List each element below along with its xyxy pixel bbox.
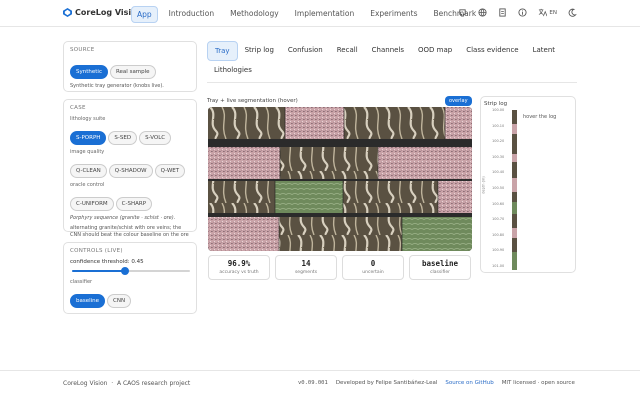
quality-q-clean[interactable]: Q-CLEAN: [70, 164, 107, 178]
slider-fill: [72, 270, 126, 272]
classifier-cnn[interactable]: CNN: [107, 294, 132, 308]
slider-thumb[interactable]: [121, 267, 130, 275]
stat-segments-value: 14: [301, 259, 311, 268]
tab-ood-map[interactable]: OOD map: [411, 41, 459, 61]
nav-implementation[interactable]: Implementation: [290, 6, 360, 23]
tab-lithologies[interactable]: Lithologies: [207, 61, 259, 79]
footer-developer: Developed by Felipe Santibáñez-Leal: [335, 380, 438, 386]
lithology-s-volc[interactable]: S-VOLC: [139, 131, 172, 145]
quality-q-shadow[interactable]: Q-SHADOW: [108, 164, 153, 178]
document-icon[interactable]: [498, 8, 507, 17]
controls-title: CONTROLS (LIVE): [70, 248, 123, 254]
strip-log-tick: 100.60: [492, 201, 505, 206]
stat-accuracy-label: accuracy vs truth: [219, 270, 259, 275]
nav-app[interactable]: App: [131, 6, 158, 23]
footer-version: v0.09.001: [298, 380, 328, 386]
tab-confusion[interactable]: Confusion: [281, 41, 330, 61]
case-panel: CASE lithology suite S-PORPH S-SED S-VOLC …: [63, 99, 197, 238]
footer-github-link[interactable]: Source on GitHub: [445, 380, 493, 386]
tab-tray[interactable]: Tray: [207, 41, 238, 61]
strip-log-tick: 100.90: [492, 248, 505, 253]
strip-log-title: Strip log: [484, 101, 508, 107]
nav-introduction[interactable]: Introduction: [164, 6, 219, 23]
language-switch[interactable]: EN: [538, 8, 557, 17]
footer-license: MIT licensed · open source: [501, 380, 575, 386]
stat-segments-label: segments: [294, 270, 318, 275]
language-label: EN: [549, 9, 557, 16]
tab-recall[interactable]: Recall: [330, 41, 365, 61]
confidence-slider[interactable]: [72, 267, 190, 275]
stat-classifier-label: classifier: [430, 270, 450, 275]
confidence-label: confidence threshold: 0.45: [70, 259, 144, 265]
translate-icon: [539, 8, 548, 17]
classifier-label: classifier: [70, 279, 93, 285]
stat-accuracy: 96.9% accuracy vs truth: [208, 255, 270, 280]
stat-uncertain: 0 uncertain: [342, 255, 404, 280]
stat-segments: 14 segments: [275, 255, 337, 280]
strip-log-tick: 100.00: [492, 108, 505, 112]
controls-panel: CONTROLS (LIVE) confidence threshold: 0.…: [63, 242, 197, 314]
github-icon[interactable]: [458, 8, 467, 17]
case-title: CASE: [70, 105, 86, 111]
lithology-label: lithology suite: [70, 116, 106, 122]
footer-left: CoreLog Vision · A CAOS research project: [63, 380, 191, 387]
oracle-label: oracle control: [70, 182, 105, 188]
source-synthetic-button[interactable]: Synthetic: [70, 65, 108, 79]
strip-log-tick: 100.30: [492, 154, 505, 159]
source-real-sample-button[interactable]: Real sample: [109, 65, 156, 79]
source-note: Synthetic tray generator (knobs live).: [70, 83, 164, 89]
source-title: SOURCE: [70, 47, 95, 53]
stat-uncertain-value: 0: [370, 259, 376, 268]
tray-caption: Tray + live segmentation (hover): [207, 98, 298, 104]
strip-log-axis-label: depth (m): [481, 176, 486, 194]
tab-strip-log[interactable]: Strip log: [238, 41, 281, 61]
view-tabs: Tray Strip log Confusion Recall Channels…: [207, 41, 577, 79]
tab-class-evidence[interactable]: Class evidence: [459, 41, 525, 61]
strip-log-hint: hover the log: [523, 114, 557, 120]
stat-classifier: baseline classifier: [409, 255, 471, 280]
tab-latent[interactable]: Latent: [526, 41, 562, 61]
quality-label: image quality: [70, 149, 105, 155]
strip-log-tick: 101.00: [492, 264, 505, 268]
strip-log-column: [512, 110, 517, 270]
top-nav: CoreLog Vision App Introduction Methodol…: [0, 0, 640, 27]
strip-log-panel[interactable]: Strip log hover the log depth (m) 100.00…: [480, 96, 576, 273]
oracle-c-uniform[interactable]: C-UNIFORM: [70, 197, 114, 211]
footer-right: v0.09.001 Developed by Felipe Santibáñez…: [298, 380, 575, 386]
tab-channels[interactable]: Channels: [365, 41, 411, 61]
core-tray-image[interactable]: [208, 107, 472, 251]
lithology-s-porph[interactable]: S-PORPH: [70, 131, 107, 145]
strip-log-tick: 100.20: [492, 139, 505, 144]
source-panel: SOURCE Synthetic Real sample Synthetic tr…: [63, 41, 197, 92]
case-detail: alternating granite/schist with ore vein…: [70, 224, 189, 239]
nav-experiments[interactable]: Experiments: [365, 6, 422, 23]
moon-icon[interactable]: [568, 8, 577, 17]
info-icon[interactable]: [518, 8, 527, 17]
strip-log-tick: 100.50: [492, 186, 505, 190]
stat-uncertain-label: uncertain: [362, 270, 384, 275]
strip-log-tick: 100.10: [492, 123, 505, 128]
globe-icon[interactable]: [478, 8, 487, 17]
oracle-c-sharp[interactable]: C-SHARP: [115, 197, 153, 211]
strip-log-tick: 100.70: [492, 217, 505, 222]
strip-log-tick: 100.80: [492, 232, 505, 237]
case-description: Porphyry sequence (granite · schist · or…: [70, 215, 176, 221]
tab-divider: [207, 82, 577, 83]
core-tray-svg: [208, 107, 472, 251]
lithology-s-sed[interactable]: S-SED: [108, 131, 138, 145]
quality-q-wet[interactable]: Q-WET: [154, 164, 186, 178]
stat-classifier-value: baseline: [421, 259, 459, 268]
nav-methodology[interactable]: Methodology: [225, 6, 284, 23]
strip-log-tick: 100.40: [492, 170, 505, 175]
stat-accuracy-value: 96.9%: [227, 259, 251, 268]
classifier-baseline[interactable]: baseline: [70, 294, 106, 308]
overlay-toggle[interactable]: overlay: [445, 96, 472, 106]
logo-icon: [63, 8, 72, 17]
